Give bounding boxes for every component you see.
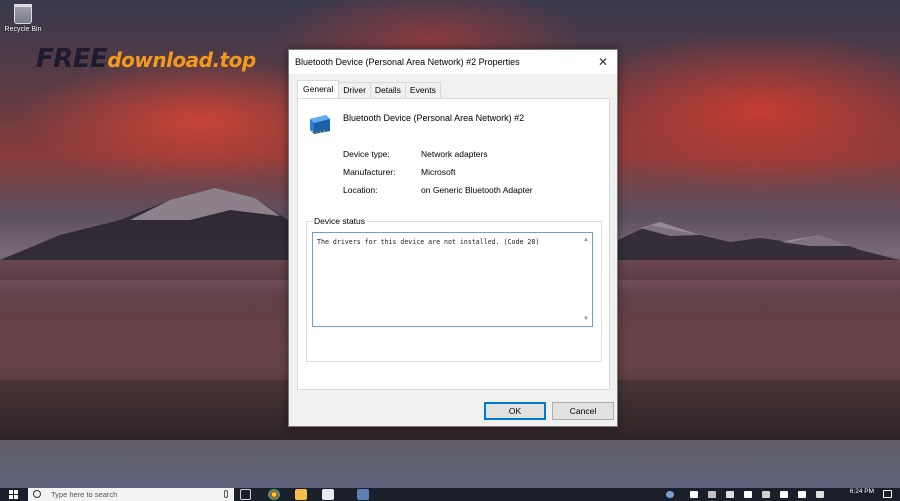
- device-status-textbox[interactable]: The drivers for this device are not inst…: [312, 232, 593, 327]
- device-status-group: Device status The drivers for this devic…: [306, 216, 602, 362]
- search-icon: [33, 490, 41, 498]
- location-label: Location:: [343, 185, 378, 195]
- start-button[interactable]: [0, 488, 26, 501]
- close-icon: ✕: [597, 55, 609, 69]
- taskbar-clock[interactable]: 6:24 PM: [850, 488, 874, 495]
- tray-app-icon-3[interactable]: [726, 491, 734, 498]
- tray-app-icon[interactable]: [690, 491, 698, 498]
- people-icon[interactable]: [666, 491, 674, 498]
- language-icon[interactable]: [798, 491, 806, 498]
- close-button[interactable]: ✕: [589, 50, 617, 74]
- search-placeholder: Type here to search: [51, 490, 118, 499]
- scroll-up-arrow-icon[interactable]: ▲: [582, 236, 590, 244]
- watermark-download: download.top: [107, 48, 256, 72]
- taskbar-search-box[interactable]: Type here to search: [28, 488, 234, 501]
- device-name: Bluetooth Device (Personal Area Network)…: [343, 113, 525, 123]
- cancel-button[interactable]: Cancel: [552, 402, 614, 420]
- battery-icon[interactable]: [744, 491, 752, 498]
- app-window-icon[interactable]: [357, 489, 369, 500]
- scroll-down-arrow-icon[interactable]: ▼: [582, 315, 590, 323]
- windows-logo-icon: [8, 490, 18, 499]
- recycle-bin-shortcut[interactable]: Recycle Bin: [4, 4, 42, 33]
- action-icon[interactable]: [816, 491, 824, 498]
- watermark-logo: FREEdownload.top: [36, 44, 256, 74]
- clock-time: 6:24 PM: [849, 488, 874, 495]
- store-icon[interactable]: [322, 489, 334, 500]
- device-type-label: Device type:: [343, 149, 390, 159]
- device-status-label: Device status: [312, 216, 368, 226]
- general-tab-panel: Bluetooth Device (Personal Area Network)…: [297, 98, 610, 390]
- dialog-titlebar[interactable]: Bluetooth Device (Personal Area Network)…: [289, 50, 617, 74]
- tab-driver[interactable]: Driver: [338, 82, 371, 98]
- microphone-icon[interactable]: [224, 490, 228, 498]
- chrome-icon[interactable]: [268, 489, 280, 500]
- manufacturer-value: Microsoft: [421, 167, 456, 177]
- network-icon[interactable]: [762, 491, 770, 498]
- network-adapter-icon: [310, 115, 330, 135]
- dialog-title: Bluetooth Device (Personal Area Network)…: [295, 57, 520, 67]
- watermark-free: FREE: [36, 44, 108, 74]
- taskbar: Type here to search 6:24 PM: [0, 488, 900, 501]
- tab-general[interactable]: General: [297, 80, 340, 98]
- properties-dialog: Bluetooth Device (Personal Area Network)…: [288, 49, 618, 427]
- snowy-foreground: [0, 440, 900, 488]
- device-type-value: Network adapters: [421, 149, 488, 159]
- volume-icon[interactable]: [780, 491, 788, 498]
- manufacturer-label: Manufacturer:: [343, 167, 396, 177]
- recycle-bin-icon: [14, 4, 32, 24]
- tab-events[interactable]: Events: [404, 82, 441, 98]
- notifications-icon[interactable]: [883, 490, 892, 498]
- task-view-icon[interactable]: [240, 489, 251, 500]
- tray-app-icon-2[interactable]: [708, 491, 716, 498]
- tab-details[interactable]: Details: [369, 82, 406, 98]
- recycle-bin-label: Recycle Bin: [4, 26, 42, 33]
- tab-strip: General Driver Details Events: [297, 80, 441, 98]
- ok-button[interactable]: OK: [484, 402, 546, 420]
- location-value: on Generic Bluetooth Adapter: [421, 185, 533, 195]
- device-status-text: The drivers for this device are not inst…: [317, 238, 540, 246]
- file-explorer-icon[interactable]: [295, 489, 307, 500]
